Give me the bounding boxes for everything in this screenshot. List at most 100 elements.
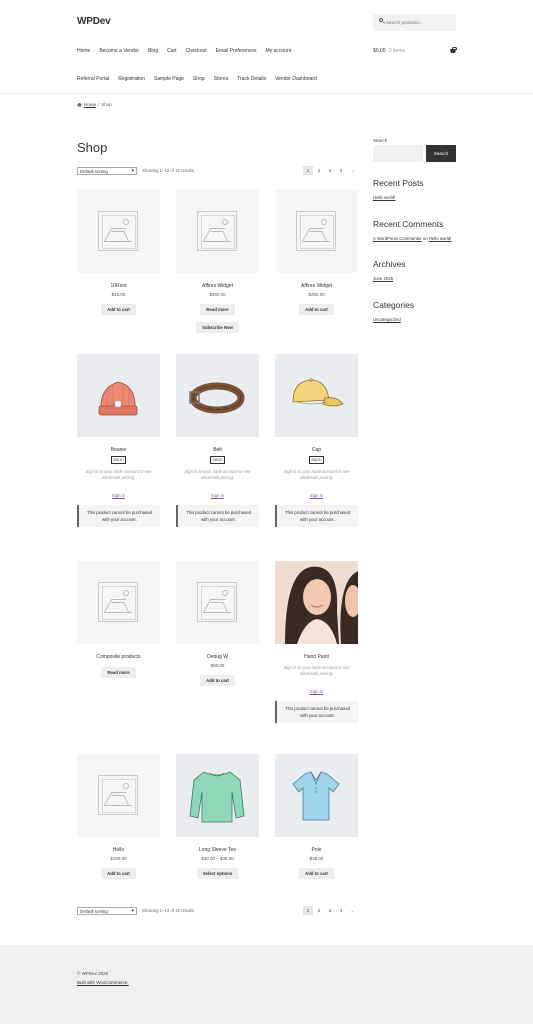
read-more-button[interactable]: Read more: [200, 304, 235, 315]
product-title[interactable]: Long Sleeve Tee: [176, 847, 259, 853]
sign-in-link[interactable]: Sign in: [275, 689, 358, 694]
add-to-cart-button[interactable]: Add to cart: [101, 304, 136, 315]
placeholder-image[interactable]: [176, 190, 259, 273]
nav-item-track-details[interactable]: Track Details: [237, 76, 266, 82]
recent-comments-title: Recent Comments: [373, 219, 444, 229]
purchase-restriction-notice: This product cannot be purchased with yo…: [275, 505, 358, 527]
sign-in-link[interactable]: Sign in: [275, 493, 358, 498]
footer-built-with-link[interactable]: Built with WooCommerce.: [77, 980, 129, 985]
nav-item-become-vendor[interactable]: Become a Vendor: [99, 48, 139, 54]
page-2[interactable]: 2: [314, 166, 324, 175]
nav-item-stores[interactable]: Stores: [214, 76, 228, 82]
search-label: Search: [373, 138, 388, 143]
basket-icon[interactable]: [450, 47, 457, 53]
product-title[interactable]: Beanie: [77, 447, 160, 453]
recent-posts-title: Recent Posts: [373, 178, 424, 188]
header-cart[interactable]: $0.00 0 items: [373, 48, 405, 54]
nav-item-my-account[interactable]: My account: [266, 48, 292, 54]
sign-in-link[interactable]: Sign in: [77, 493, 160, 498]
trade-pricing-note: Sign in to your trade account to see who…: [283, 665, 350, 676]
page-3[interactable]: 3: [325, 166, 335, 175]
placeholder-image[interactable]: [77, 754, 160, 837]
header-search-input[interactable]: Search products...: [373, 14, 456, 31]
product-title[interactable]: Hello: [77, 847, 160, 853]
product-card: Affires Widget $250.00 Read more Subscri…: [176, 190, 259, 333]
page-2[interactable]: 2: [314, 906, 324, 915]
page-1: 1: [303, 166, 313, 175]
subscribe-now-button[interactable]: Subscribe Now: [195, 322, 240, 333]
trade-pricing-note: Sign in to your trade account to see who…: [85, 469, 152, 480]
product-title[interactable]: Polo: [275, 847, 358, 853]
nav-item-vendor-dashboard[interactable]: Vendor Dashboard: [275, 76, 317, 82]
hand-paint-image[interactable]: [275, 561, 358, 644]
product-card: Long Sleeve Tee $30.00 – $38.00 Select o…: [176, 754, 259, 879]
archive-link[interactable]: June 2026: [373, 276, 456, 281]
sale-badge: SALE!: [308, 456, 325, 464]
next-page-arrow[interactable]: →: [347, 166, 357, 175]
purchase-restriction-notice: This product cannot be purchased with yo…: [176, 505, 259, 527]
belt-image[interactable]: [176, 354, 259, 437]
breadcrumb: Home / Shop: [77, 102, 112, 107]
nav-item-cart[interactable]: Cart: [167, 48, 176, 54]
product-title[interactable]: Affires Widget: [275, 283, 358, 289]
product-title[interactable]: Composite products: [77, 654, 160, 660]
product-title[interactable]: Hand Paint: [275, 654, 358, 660]
sorting-select[interactable]: Default sorting: [77, 166, 137, 175]
page-4[interactable]: 4: [336, 906, 346, 915]
page-4[interactable]: 4: [336, 166, 346, 175]
select-options-button[interactable]: Select options: [196, 868, 239, 879]
product-title[interactable]: Cap: [275, 447, 358, 453]
purchase-restriction-notice: This product cannot be purchased with yo…: [77, 505, 160, 527]
comment-post-link[interactable]: Hello world!: [429, 236, 451, 241]
product-card: Composite products Read more: [77, 561, 160, 678]
pagination: 1 2 3 4 →: [303, 166, 357, 175]
nav-item-sample-page[interactable]: Sample Page: [154, 76, 184, 82]
placeholder-image[interactable]: [77, 190, 160, 273]
breadcrumb-separator: /: [98, 102, 100, 107]
product-title[interactable]: Belt: [176, 447, 259, 453]
polo-image[interactable]: [275, 754, 358, 837]
nav-item-registration[interactable]: Registration: [118, 76, 145, 82]
add-to-cart-button[interactable]: Add to cart: [299, 304, 334, 315]
add-to-cart-button[interactable]: Add to cart: [299, 868, 334, 879]
page-3[interactable]: 3: [325, 906, 335, 915]
product-price: $250.00: [308, 292, 325, 297]
placeholder-image[interactable]: [275, 190, 358, 273]
category-link[interactable]: Uncategorized: [373, 317, 456, 322]
nav-item-blog[interactable]: Blog: [148, 48, 158, 54]
site-logo[interactable]: WPDev: [77, 16, 111, 27]
categories-title: Categories: [373, 300, 415, 310]
sidebar-search-input[interactable]: [373, 145, 423, 162]
add-to-cart-button[interactable]: Add to cart: [200, 675, 235, 686]
sorting-select[interactable]: Default sorting: [77, 906, 137, 915]
product-title[interactable]: Affires Widget: [176, 283, 259, 289]
home-icon: [77, 102, 82, 107]
cap-image[interactable]: [275, 354, 358, 437]
add-to-cart-button[interactable]: Add to cart: [101, 868, 136, 879]
comment-author-link[interactable]: A WordPress Commenter: [373, 236, 422, 241]
pagination: 1 2 3 4 →: [303, 906, 357, 915]
sidebar-search-button[interactable]: Search: [426, 145, 456, 162]
product-title[interactable]: 10Rent: [77, 283, 160, 289]
product-card: Hand Paint Sign in to your trade account…: [275, 561, 358, 723]
next-page-arrow[interactable]: →: [347, 906, 357, 915]
nav-item-email-preferences[interactable]: Email Preferences: [216, 48, 257, 54]
product-price: $30.00 – $38.00: [201, 856, 234, 861]
search-placeholder: Search products...: [386, 19, 423, 25]
breadcrumb-home-link[interactable]: Home: [84, 102, 96, 107]
beanie-image[interactable]: [77, 354, 160, 437]
product-price: $35.00: [309, 856, 324, 861]
placeholder-image[interactable]: [176, 561, 259, 644]
recent-post-link[interactable]: Hello world!: [373, 195, 456, 200]
nav-item-shop[interactable]: Shop: [193, 76, 205, 82]
product-price: $80.00: [210, 663, 225, 668]
long-sleeve-tee-image[interactable]: [176, 754, 259, 837]
nav-item-home[interactable]: Home: [77, 48, 90, 54]
nav-item-referral-portal[interactable]: Referral Portal: [77, 76, 109, 82]
product-card: Affires Widget $250.00 Add to cart: [275, 190, 358, 315]
product-title[interactable]: Debug W: [176, 654, 259, 660]
placeholder-image[interactable]: [77, 561, 160, 644]
nav-item-checkout[interactable]: Checkout: [186, 48, 207, 54]
read-more-button[interactable]: Read more: [101, 667, 136, 678]
sign-in-link[interactable]: Sign in: [176, 493, 259, 498]
